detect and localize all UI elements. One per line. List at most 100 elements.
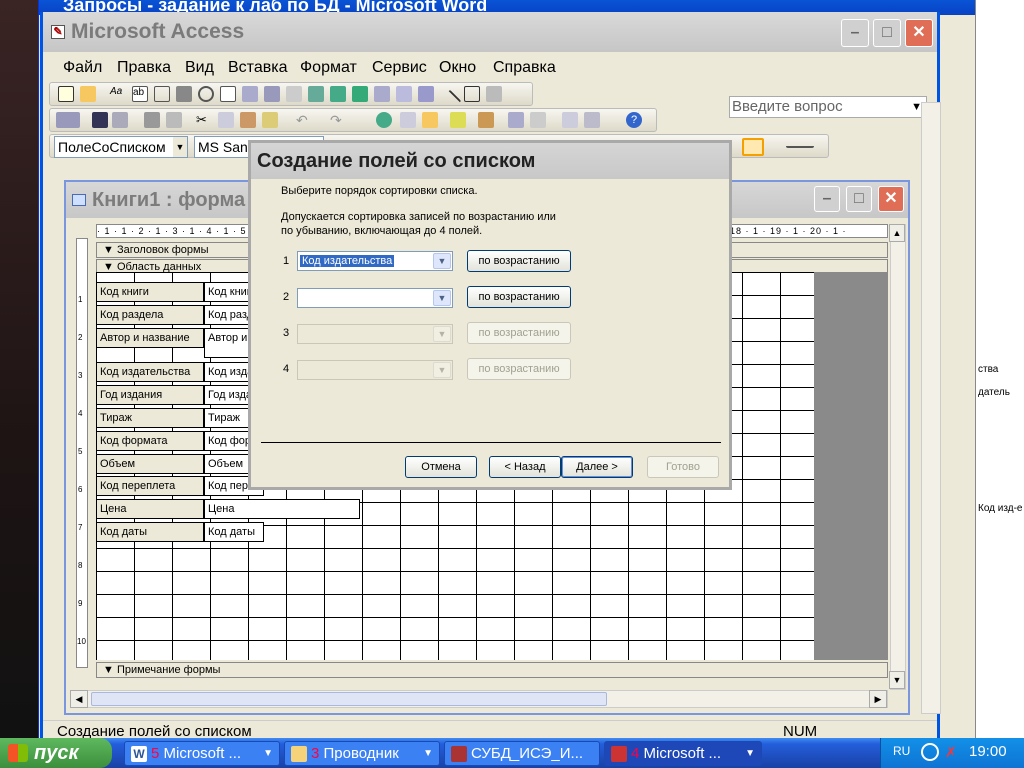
cut-icon[interactable]: ✂ xyxy=(196,112,212,128)
form-minimize-button[interactable]: – xyxy=(814,186,840,212)
form-vertical-scrollbar[interactable]: ▲ ▼ xyxy=(889,224,906,690)
menu-help[interactable]: Справка xyxy=(493,59,556,77)
cancel-button[interactable]: Отмена xyxy=(405,456,477,478)
textbox-tool-icon[interactable]: ab xyxy=(132,86,148,102)
tab-control-icon[interactable] xyxy=(396,86,412,102)
horizontal-scroll-thumb[interactable] xyxy=(91,692,607,706)
object-combo[interactable]: ПолеСоСписком ▼ xyxy=(54,136,188,158)
field-label[interactable]: Код даты xyxy=(96,522,204,542)
antivirus-icon[interactable]: ✗ xyxy=(945,744,957,761)
page-break-icon[interactable] xyxy=(374,86,390,102)
print-icon[interactable] xyxy=(144,112,160,128)
scroll-left-icon[interactable]: ◀ xyxy=(70,690,88,708)
code-icon[interactable] xyxy=(478,112,494,128)
sort-field-combo-2[interactable]: ▼ xyxy=(297,288,453,308)
view-icon[interactable] xyxy=(56,112,80,128)
menu-view[interactable]: Вид xyxy=(185,59,214,77)
checkbox-tool-icon[interactable] xyxy=(220,86,236,102)
maximize-button[interactable]: □ xyxy=(873,19,901,47)
new-object-icon[interactable] xyxy=(584,112,600,128)
field-label[interactable]: Объем xyxy=(96,454,204,474)
access-vertical-scrollbar[interactable] xyxy=(921,102,941,714)
sort-order-button-2[interactable]: по возрастанию xyxy=(467,286,571,308)
label-tool-icon[interactable]: Aa xyxy=(110,86,126,102)
help-icon[interactable]: ? xyxy=(626,112,642,128)
redo-icon[interactable]: ↷ xyxy=(330,112,346,128)
task-document[interactable]: СУБД_ИСЭ_И... xyxy=(444,741,600,766)
task-explorer[interactable]: 3 Проводник ▼ xyxy=(284,741,440,766)
database-window-icon[interactable] xyxy=(562,112,578,128)
copy-icon[interactable] xyxy=(218,112,234,128)
field-label[interactable]: Код издательства xyxy=(96,362,204,382)
line-width-icon[interactable] xyxy=(786,138,814,148)
field-list-icon[interactable] xyxy=(400,112,416,128)
properties-icon[interactable] xyxy=(508,112,524,128)
scroll-down-icon[interactable]: ▼ xyxy=(889,671,905,689)
field-textbox[interactable]: Код даты xyxy=(204,522,264,542)
object-combo-dropdown-icon[interactable]: ▼ xyxy=(173,137,187,157)
hyperlink-icon[interactable] xyxy=(376,112,392,128)
minimize-button[interactable]: – xyxy=(841,19,869,47)
toggle-button-icon[interactable] xyxy=(176,86,192,102)
rectangle-tool-icon[interactable] xyxy=(464,86,480,102)
bound-object-icon[interactable] xyxy=(352,86,368,102)
subform-icon[interactable] xyxy=(418,86,434,102)
form-horizontal-scrollbar[interactable]: ◀ ▶ xyxy=(70,690,888,708)
field-label[interactable]: Код формата xyxy=(96,431,204,451)
image-tool-icon[interactable] xyxy=(308,86,324,102)
form-close-button[interactable]: ✕ xyxy=(878,186,904,212)
chevron-down-icon[interactable]: ▼ xyxy=(433,253,451,269)
form-footer-section[interactable]: ▼ Примечание формы xyxy=(96,662,888,678)
menu-file[interactable]: Файл xyxy=(63,59,102,77)
print-preview-icon[interactable] xyxy=(166,112,182,128)
task-word[interactable]: W 5 Microsoft ... ▼ xyxy=(124,741,280,766)
field-label[interactable]: Код раздела xyxy=(96,305,204,325)
autoformat-icon[interactable] xyxy=(450,112,466,128)
option-button-icon[interactable] xyxy=(198,86,214,102)
field-label[interactable]: Автор и название xyxy=(96,328,204,348)
vruler-mark-6: 6 xyxy=(78,485,83,494)
field-label[interactable]: Код книги xyxy=(96,282,204,302)
unbound-object-icon[interactable] xyxy=(330,86,346,102)
start-button[interactable]: пуск xyxy=(0,738,112,768)
field-label[interactable]: Цена xyxy=(96,499,204,519)
task-access[interactable]: 4 Microsoft ... ▼ xyxy=(604,741,762,766)
build-icon[interactable] xyxy=(530,112,546,128)
sort-order-button-1[interactable]: по возрастанию xyxy=(467,250,571,272)
search-icon[interactable] xyxy=(112,112,128,128)
save-icon[interactable] xyxy=(92,112,108,128)
field-textbox[interactable]: Цена xyxy=(204,499,360,519)
sort-field-combo-1[interactable]: Код издательства ▼ xyxy=(297,251,453,271)
format-painter-icon[interactable] xyxy=(262,112,278,128)
menu-format[interactable]: Формат xyxy=(300,59,357,77)
listbox-tool-icon[interactable] xyxy=(264,86,280,102)
field-label[interactable]: Год издания xyxy=(96,385,204,405)
field-label[interactable]: Код переплета xyxy=(96,476,204,496)
chevron-down-icon[interactable]: ▼ xyxy=(433,290,451,306)
close-button[interactable]: ✕ xyxy=(905,19,933,47)
field-label[interactable]: Тираж xyxy=(96,408,204,428)
collapse-tray-icon[interactable] xyxy=(921,743,939,761)
back-button[interactable]: < Назад xyxy=(489,456,561,478)
language-indicator[interactable]: RU xyxy=(893,744,910,758)
option-group-icon[interactable] xyxy=(154,86,170,102)
command-button-icon[interactable] xyxy=(286,86,302,102)
next-button[interactable]: Далее > xyxy=(561,456,633,478)
vruler-mark-4: 4 xyxy=(78,409,83,418)
undo-icon[interactable]: ↶ xyxy=(296,112,312,128)
control-wizards-icon[interactable] xyxy=(80,86,96,102)
line-color-icon[interactable] xyxy=(742,138,764,156)
menu-insert[interactable]: Вставка xyxy=(228,59,287,77)
menu-edit[interactable]: Правка xyxy=(117,59,171,77)
form-maximize-button[interactable]: □ xyxy=(846,186,872,212)
scroll-up-icon[interactable]: ▲ xyxy=(889,224,905,242)
select-objects-icon[interactable] xyxy=(58,86,74,102)
scroll-right-icon[interactable]: ▶ xyxy=(869,690,887,708)
more-controls-icon[interactable] xyxy=(486,86,502,102)
toolbox-icon[interactable] xyxy=(422,112,438,128)
paste-icon[interactable] xyxy=(240,112,256,128)
menu-tools[interactable]: Сервис xyxy=(372,59,427,77)
help-question-input[interactable]: Введите вопрос ▼ xyxy=(729,96,927,118)
menu-window[interactable]: Окно xyxy=(439,59,476,77)
combobox-tool-icon[interactable] xyxy=(242,86,258,102)
